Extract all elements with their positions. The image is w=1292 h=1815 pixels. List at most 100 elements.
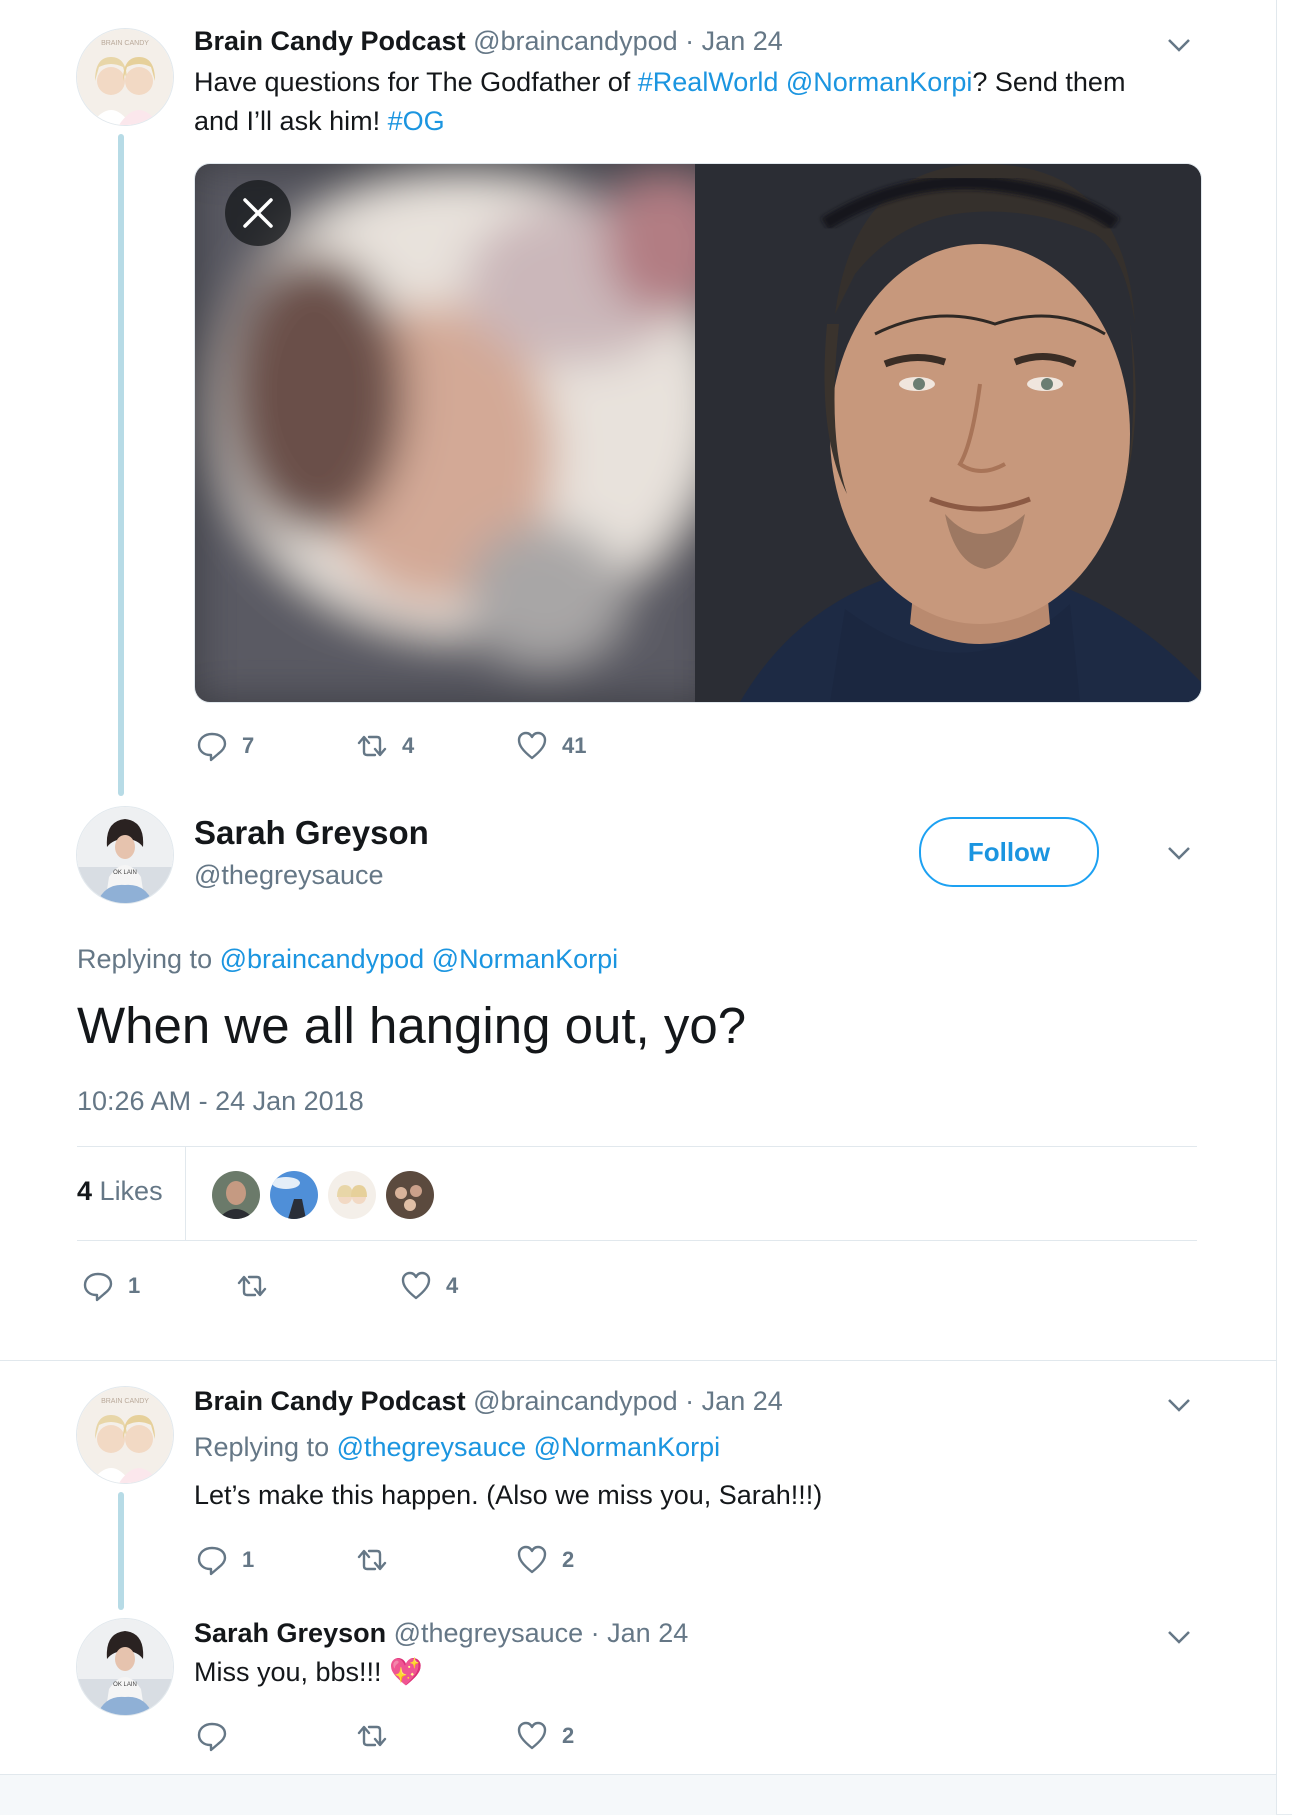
tweet-actions: 1 2: [196, 1542, 696, 1578]
thread-line: [118, 1492, 124, 1610]
text-segment: Have questions for The Godfather of: [194, 67, 638, 97]
tweet-text: Miss you, bbs!!! 💖: [194, 1653, 1194, 1692]
tweet-header: Brain Candy Podcast @braincandypod · Jan…: [194, 1386, 783, 1417]
mention-link[interactable]: @NormanKorpi: [432, 944, 618, 974]
replying-to-label: Replying to: [77, 944, 220, 974]
like-button[interactable]: 2: [516, 1718, 574, 1754]
thread-line: [118, 134, 124, 796]
retweet-count: 4: [402, 733, 415, 758]
divider-vertical: [185, 1146, 186, 1240]
divider: [77, 1240, 1197, 1241]
likes-stat-label: Likes: [99, 1176, 163, 1206]
avatar-braincandypod[interactable]: BRAIN CANDY: [76, 28, 174, 126]
like-count: 2: [562, 1547, 575, 1572]
likes-stat-count: 4: [77, 1176, 93, 1206]
like-icon: [517, 1721, 547, 1750]
sparkling-heart-emoji: 💖: [389, 1657, 423, 1687]
like-button[interactable]: 2: [516, 1542, 574, 1578]
liker-avatar[interactable]: [210, 1169, 262, 1221]
avatar-braincandypod[interactable]: BRAIN CANDY: [76, 1386, 174, 1484]
hashtag-link[interactable]: #RealWorld: [638, 67, 779, 97]
author-handle[interactable]: @braincandypod: [473, 26, 678, 56]
main-author-handle[interactable]: @thegreysauce: [194, 860, 384, 891]
main-author-name[interactable]: Sarah Greyson: [194, 814, 429, 852]
reply-button[interactable]: 1: [196, 1542, 254, 1578]
like-button[interactable]: 41: [516, 728, 586, 764]
author-name[interactable]: Brain Candy Podcast: [194, 1386, 466, 1416]
retweet-icon: [357, 1549, 387, 1571]
chevron-down-icon[interactable]: [1164, 838, 1194, 868]
avatar-thegreysauce[interactable]: OK LAIN: [76, 1618, 174, 1716]
tweet-date[interactable]: Jan 24: [607, 1618, 688, 1648]
mention-link[interactable]: @NormanKorpi: [534, 1432, 720, 1462]
svg-text:BRAIN CANDY: BRAIN CANDY: [101, 40, 149, 47]
avatar-thegreysauce[interactable]: OK LAIN: [76, 806, 174, 904]
chevron-down-icon[interactable]: [1164, 1390, 1194, 1420]
chevron-down-icon[interactable]: [1164, 1622, 1194, 1652]
tweet-actions: 2: [196, 1718, 696, 1754]
close-photo-button[interactable]: [225, 180, 291, 246]
author-handle[interactable]: @thegreysauce: [394, 1618, 584, 1648]
liker-avatar[interactable]: [268, 1169, 320, 1221]
mention-link[interactable]: @braincandypod: [220, 944, 425, 974]
svg-text:BRAIN CANDY: BRAIN CANDY: [101, 1398, 149, 1405]
like-count: 41: [562, 733, 587, 758]
retweet-button[interactable]: 4: [356, 728, 414, 764]
tweet-text: Let’s make this happen. (Also we miss yo…: [194, 1480, 823, 1510]
page-bottom: [0, 1774, 1276, 1815]
retweet-icon: [357, 1725, 387, 1747]
text-segment: and I’ll ask him!: [194, 106, 388, 136]
reply-count: 1: [242, 1547, 255, 1572]
mention-link[interactable]: @thegreysauce: [337, 1432, 527, 1462]
retweet-button[interactable]: [356, 1542, 402, 1578]
follow-button[interactable]: Follow: [919, 817, 1099, 887]
likes-stat[interactable]: 4 Likes: [77, 1176, 163, 1207]
reply-button[interactable]: 1: [82, 1268, 140, 1304]
reply-button[interactable]: 7: [196, 728, 254, 764]
reply-count: 7: [242, 733, 255, 758]
tweet-text-segment: Miss you, bbs!!!: [194, 1657, 390, 1687]
main-tweet-text: When we all hanging out, yo?: [77, 997, 747, 1054]
hashtag-link[interactable]: #OG: [388, 106, 445, 136]
separator: ·: [590, 1618, 600, 1648]
like-icon: [517, 1545, 547, 1574]
divider: [0, 1360, 1276, 1361]
tweet-text: Have questions for The Godfather of #Rea…: [194, 63, 1194, 141]
replying-to: Replying to @braincandypod @NormanKorpi: [77, 944, 618, 975]
author-name[interactable]: Sarah Greyson: [194, 1618, 386, 1648]
reply-button[interactable]: [196, 1718, 242, 1754]
tweet-actions: 7 4 41: [196, 728, 696, 764]
tweet-header: Sarah Greyson @thegreysauce · Jan 24: [194, 1618, 688, 1649]
reply-icon: [197, 1546, 227, 1576]
retweet-button[interactable]: [356, 1718, 402, 1754]
sidebar-edge: [1276, 0, 1292, 1814]
close-icon: [243, 198, 273, 228]
tweet-photo[interactable]: [194, 163, 1202, 703]
like-button[interactable]: 4: [400, 1268, 458, 1304]
chevron-down-icon[interactable]: [1164, 30, 1194, 60]
like-count: 2: [562, 1723, 575, 1748]
svg-text:OK LAIN: OK LAIN: [113, 870, 137, 876]
text-segment: ? Send them: [972, 67, 1126, 97]
retweet-icon: [357, 735, 387, 757]
tweet-header: Brain Candy Podcast @braincandypod · Jan…: [194, 26, 783, 57]
mention-link[interactable]: @NormanKorpi: [786, 67, 972, 97]
author-handle[interactable]: @braincandypod: [473, 1386, 678, 1416]
retweet-button[interactable]: [236, 1268, 282, 1304]
reply-icon: [197, 732, 227, 762]
tweet-date[interactable]: Jan 24: [702, 26, 783, 56]
tweet-date[interactable]: Jan 24: [702, 1386, 783, 1416]
retweet-icon: [237, 1275, 267, 1297]
main-timestamp[interactable]: 10:26 AM - 24 Jan 2018: [77, 1086, 364, 1117]
liker-avatar[interactable]: [326, 1169, 378, 1221]
conversation-card: BRAIN CANDY Brain Candy Podcast @brainca…: [0, 0, 1277, 1774]
like-icon: [517, 731, 547, 760]
author-name[interactable]: Brain Candy Podcast: [194, 26, 466, 56]
like-count: 4: [446, 1273, 459, 1298]
main-tweet-actions: 1 4: [82, 1268, 582, 1304]
separator: ·: [685, 1386, 695, 1416]
separator: ·: [685, 26, 695, 56]
liker-avatar[interactable]: [384, 1169, 436, 1221]
replying-to-label: Replying to: [194, 1432, 337, 1462]
replying-to: Replying to @thegreysauce @NormanKorpi: [194, 1432, 720, 1463]
